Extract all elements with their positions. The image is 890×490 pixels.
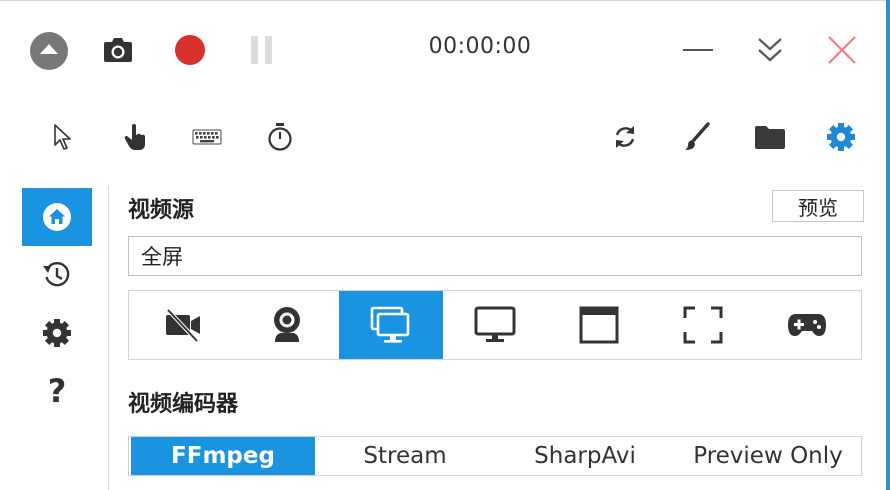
minimize-button[interactable]	[680, 32, 716, 68]
monitor-icon	[474, 306, 516, 342]
close-icon	[828, 36, 856, 64]
timer-toggle[interactable]	[264, 120, 296, 154]
pause-icon	[251, 36, 272, 64]
encoder-preview-only[interactable]: Preview Only	[675, 437, 861, 475]
refresh-icon	[615, 126, 635, 148]
toolbar	[0, 108, 880, 168]
no-video-icon	[166, 308, 200, 343]
video-source-options	[128, 290, 862, 360]
clicks-toggle[interactable]	[120, 120, 152, 154]
cursor-icon	[54, 124, 71, 150]
sidebar-item-history[interactable]	[22, 246, 92, 304]
history-icon	[43, 261, 70, 287]
webcam-icon	[274, 307, 300, 342]
screenshot-button[interactable]	[100, 32, 136, 68]
sidebar-item-home[interactable]	[22, 188, 92, 246]
video-encoder-options: FFmpeg Stream SharpAvi Preview Only	[128, 436, 862, 476]
encoder-stream[interactable]: Stream	[315, 437, 495, 475]
settings-gear-icon	[827, 123, 855, 151]
record-button[interactable]	[172, 32, 208, 68]
sidebar-item-settings[interactable]	[22, 304, 92, 362]
eject-up-icon	[30, 32, 68, 70]
window-icon	[579, 306, 619, 344]
keystrokes-toggle[interactable]	[190, 122, 224, 152]
source-game[interactable]	[755, 291, 859, 359]
sidebar-item-help[interactable]: ?	[22, 362, 92, 420]
camera-icon	[104, 38, 132, 62]
brush-icon	[685, 122, 710, 150]
pause-button[interactable]	[246, 32, 278, 68]
annotate-button[interactable]	[680, 120, 714, 154]
main-panel: 视频源 预览 全屏 视频编码器 FFmpeg Stream SharpAvi P…	[128, 186, 864, 490]
gear-icon	[43, 319, 71, 347]
output-folder-button[interactable]	[752, 120, 788, 154]
sidebar: ?	[0, 186, 109, 490]
record-dot-icon	[175, 35, 205, 65]
help-icon: ?	[47, 372, 67, 410]
title-bar: 00:00:00	[0, 0, 880, 100]
hand-click-icon	[124, 124, 145, 150]
recording-timer: 00:00:00	[428, 34, 532, 59]
preview-button[interactable]: 预览	[772, 190, 864, 222]
encoder-sharpavi[interactable]: SharpAvi	[495, 437, 675, 475]
source-no-video[interactable]	[131, 291, 235, 359]
minimize-icon	[683, 49, 713, 51]
shrink-button[interactable]	[752, 32, 788, 68]
refresh-button[interactable]	[608, 120, 642, 154]
collapse-button[interactable]	[28, 30, 70, 72]
window-right-border	[886, 0, 890, 490]
double-chevron-down-icon	[758, 38, 782, 62]
encoder-ffmpeg[interactable]: FFmpeg	[131, 437, 315, 475]
home-icon	[43, 203, 71, 231]
close-button[interactable]	[824, 32, 860, 68]
region-icon	[683, 306, 723, 344]
source-window[interactable]	[547, 291, 651, 359]
folder-icon	[755, 126, 785, 149]
source-region[interactable]	[651, 291, 755, 359]
video-encoder-heading: 视频编码器	[128, 392, 239, 417]
gamepad-icon	[788, 314, 826, 336]
video-source-heading: 视频源	[128, 198, 195, 223]
video-source-select[interactable]: 全屏	[128, 236, 862, 276]
source-monitor[interactable]	[443, 291, 547, 359]
source-screens[interactable]	[339, 291, 443, 359]
source-webcam[interactable]	[235, 291, 339, 359]
settings-button[interactable]	[824, 120, 858, 154]
screens-icon	[370, 306, 410, 343]
stopwatch-icon	[268, 123, 292, 151]
keyboard-icon	[192, 129, 222, 145]
cursor-toggle[interactable]	[48, 120, 78, 154]
